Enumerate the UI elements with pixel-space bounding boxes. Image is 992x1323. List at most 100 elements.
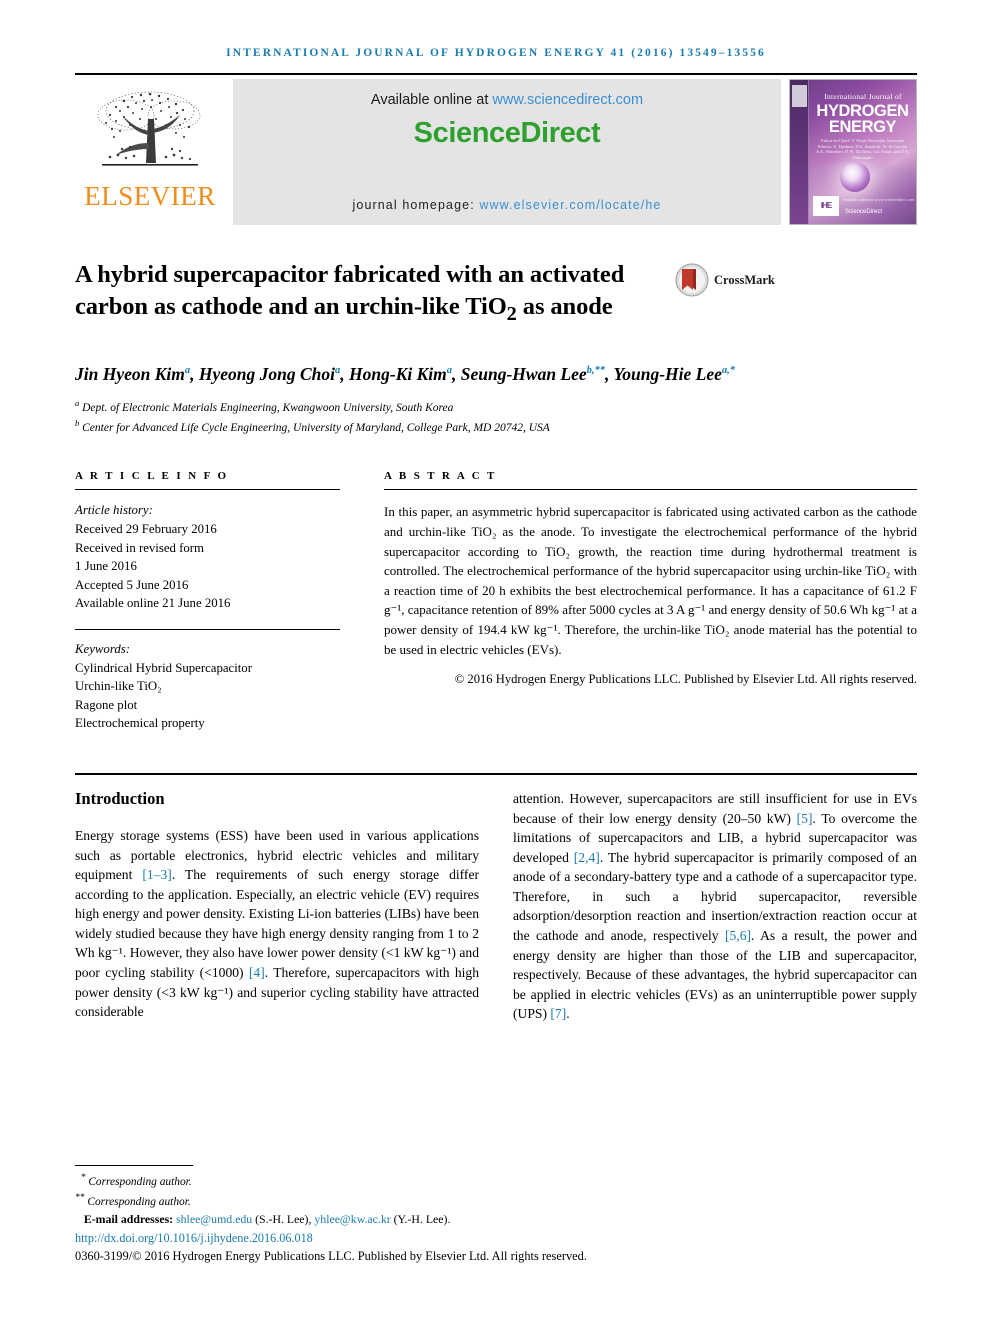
author-entry: Hong-Ki Kima, [349, 364, 461, 384]
affiliation-item: a Dept. of Electronic Materials Engineer… [75, 396, 917, 416]
author-list: Jin Hyeon Kima, Hyeong Jong Choia, Hong-… [75, 358, 815, 387]
footnote-area: * Corresponding author. ** Corresponding… [75, 1165, 695, 1265]
keyword-item: Urchin-like TiO₂ [75, 679, 162, 694]
author-affiliation-mark: b,** [586, 364, 606, 376]
intro-paragraph-right: attention. However, supercapacitors are … [513, 789, 917, 1024]
body-column-right: attention. However, supercapacitors are … [513, 789, 917, 1024]
email-addresses-line: E-mail addresses: shlee@umd.edu (S.-H. L… [83, 1211, 451, 1226]
corresponding-author-2: ** Corresponding author. [75, 1190, 695, 1210]
author-affiliation-mark: a,* [721, 364, 735, 376]
abstract-copyright: © 2016 Hydrogen Energy Publications LLC.… [454, 672, 917, 687]
affiliation-item: b Center for Advanced Life Cycle Enginee… [75, 416, 917, 436]
crossmark-icon[interactable] [675, 263, 709, 297]
intro-paragraph-left: Energy storage systems (ESS) have been u… [75, 826, 479, 1022]
cover-small-title: International Journal of [824, 92, 902, 101]
author-name: Young-Hie Lee [613, 363, 722, 384]
keywords-block: Keywords: Cylindrical Hybrid Supercapaci… [75, 640, 340, 733]
elsevier-logo-block: ELSEVIER [75, 79, 225, 225]
affiliation-text: Dept. of Electronic Materials Engineerin… [82, 401, 454, 414]
history-item: Available online 21 June 2016 [75, 596, 231, 611]
email-label: E-mail addresses: [83, 1211, 174, 1226]
citation-ref[interactable]: [7] [550, 1006, 566, 1021]
history-item: Received 29 February 2016 [75, 521, 217, 536]
journal-homepage-line: journal homepage: www.elsevier.com/locat… [353, 198, 662, 212]
article-info-label: A R T I C L E I N F O [75, 470, 229, 483]
title-row: A hybrid supercapacitor fabricated with … [75, 259, 917, 330]
journal-homepage-prefix: journal homepage: [352, 198, 480, 212]
history-item: Received in revised form [75, 540, 204, 555]
affiliation-text: Center for Advanced Life Cycle Engineeri… [82, 421, 550, 434]
keyword-item: Cylindrical Hybrid Supercapacitor [75, 660, 252, 675]
cover-orb-graphic [840, 162, 870, 192]
author-entry: Seung-Hwan Leeb,**, [461, 364, 614, 384]
elsevier-tree-icon [97, 91, 201, 166]
author-name: Hong-Ki Kim [349, 363, 447, 384]
abstract-column: A B S T R A C T In this paper, an asymme… [384, 470, 917, 733]
journal-homepage-link[interactable]: www.elsevier.com/locate/he [479, 198, 661, 212]
author-entry: Hyeong Jong Choia, [199, 364, 349, 384]
available-online-prefix: Available online at [370, 92, 493, 108]
history-item: Accepted 5 June 2016 [75, 577, 189, 592]
section-heading-introduction: Introduction [75, 788, 165, 808]
cover-ihe-badge: IHE [813, 196, 839, 216]
cover-elsevier-icon [792, 85, 807, 107]
citation-ref[interactable]: [5,6] [725, 928, 751, 943]
affiliation-list: a Dept. of Electronic Materials Engineer… [75, 396, 917, 437]
citation-ref[interactable]: [1–3] [142, 867, 171, 882]
email-link-1[interactable]: shlee@umd.edu [176, 1212, 252, 1226]
corresponding-author-1: * Corresponding author. [75, 1170, 695, 1190]
author-name: Hyeong Jong Choi [198, 363, 336, 384]
article-info-rule [75, 489, 340, 491]
crossmark-label: CrossMark [714, 272, 775, 287]
email-owner-1: (S.-H. Lee) [255, 1211, 309, 1226]
author-separator: , [452, 363, 461, 384]
sciencedirect-url-link[interactable]: www.sciencedirect.com [492, 92, 643, 108]
author-name: Seung-Hwan Lee [460, 363, 587, 384]
body-column-left: Introduction Energy storage systems (ESS… [75, 789, 479, 1024]
corresponding-mark-1: * [80, 1173, 86, 1184]
abstract-label: A B S T R A C T [384, 470, 497, 483]
affiliation-mark: b [75, 418, 80, 429]
paper-page: International Journal of Hydrogen Energy… [0, 0, 992, 1323]
affiliation-mark: a [75, 397, 80, 408]
history-item: 1 June 2016 [75, 559, 137, 574]
sciencedirect-wordmark: ScienceDirect [413, 117, 601, 149]
cover-big-title-line1: HYDROGEN [816, 102, 909, 120]
corresponding-text-1: Corresponding author. [88, 1175, 192, 1188]
citation-ref[interactable]: [4] [249, 965, 265, 980]
cover-sciencedirect-mark: ScienceDirect [845, 209, 883, 215]
email-link-2[interactable]: yhlee@kw.ac.kr [314, 1212, 390, 1226]
paragraph-text: . [566, 1006, 570, 1022]
body-columns: Introduction Energy storage systems (ESS… [75, 775, 917, 1024]
cover-editors: Editor-in-Chief: T. Nejat Veziroğlu Asso… [815, 138, 910, 160]
keyword-item: Ragone plot [75, 697, 138, 712]
citation-ref[interactable]: [5] [797, 811, 813, 826]
author-entry: Young-Hie Leea,* [613, 364, 735, 384]
crossmark-badge[interactable]: CrossMark [675, 263, 775, 297]
doi-link[interactable]: http://dx.doi.org/10.1016/j.ijhydene.201… [75, 1230, 695, 1246]
keyword-item: Electrochemical property [75, 716, 205, 731]
corresponding-mark-2: ** [75, 1193, 85, 1204]
issn-copyright-line: 0360-3199/© 2016 Hydrogen Energy Publica… [75, 1249, 587, 1263]
abstract-text: In this paper, an asymmetric hybrid supe… [384, 504, 917, 657]
email-owner-2: (Y.-H. Lee) [393, 1211, 448, 1226]
author-entry: Jin Hyeon Kima, [75, 364, 199, 384]
paragraph-text: . The requirements of such energy storag… [75, 867, 480, 981]
author-separator: , [340, 363, 350, 384]
running-head: International Journal of Hydrogen Energy… [226, 47, 766, 59]
article-history-heading: Article history: [75, 503, 153, 518]
journal-header-band: ELSEVIER Available online at www.science… [75, 73, 917, 225]
footnote-rule [75, 1165, 193, 1167]
cover-big-title-line2: ENERGY [828, 118, 897, 136]
sciencedirect-band: Available online at www.sciencedirect.co… [233, 79, 781, 225]
cover-big-title: HYDROGEN ENERGY [812, 102, 913, 136]
cover-sd-available-text: Available online at www.sciencedirect.co… [842, 197, 915, 202]
author-name: Jin Hyeon Kim [75, 363, 185, 384]
keywords-heading: Keywords: [75, 641, 130, 656]
elsevier-wordmark: ELSEVIER [84, 181, 216, 211]
citation-ref[interactable]: [2,4] [574, 850, 600, 865]
article-info-column: A R T I C L E I N F O Article history: R… [75, 470, 340, 733]
journal-cover-thumbnail: International Journal of HYDROGEN ENERGY… [789, 79, 917, 225]
available-online-line: Available online at www.sciencedirect.co… [371, 92, 643, 108]
article-history-block: Article history: Received 29 February 20… [75, 501, 340, 613]
